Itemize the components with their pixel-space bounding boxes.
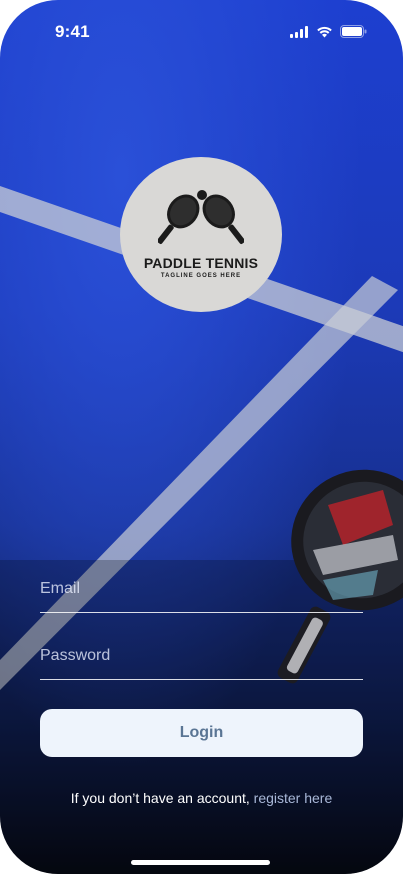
login-screen: 9:41 PADDLE TENNIS TAGLINE GOES HERE Ema… xyxy=(0,0,403,874)
status-time: 9:41 xyxy=(55,22,90,41)
status-bar: 9:41 xyxy=(0,0,403,60)
battery-icon xyxy=(340,25,367,38)
password-field[interactable] xyxy=(40,647,363,680)
login-button[interactable]: Login xyxy=(40,709,363,757)
status-icons xyxy=(290,25,367,38)
wifi-icon xyxy=(317,26,332,37)
register-prompt: If you don’t have an account, register h… xyxy=(0,790,403,806)
home-indicator[interactable] xyxy=(131,860,270,865)
register-link[interactable]: register here xyxy=(254,790,333,806)
crossed-paddles-icon xyxy=(158,190,244,244)
password-input[interactable] xyxy=(40,647,363,680)
app-logo: PADDLE TENNIS TAGLINE GOES HERE xyxy=(120,157,282,312)
signal-icon xyxy=(290,25,308,38)
email-field[interactable] xyxy=(40,580,363,613)
email-input[interactable] xyxy=(40,580,363,613)
logo-tagline: TAGLINE GOES HERE xyxy=(160,273,242,279)
register-prompt-text: If you don’t have an account, xyxy=(70,790,250,806)
logo-title: PADDLE TENNIS xyxy=(143,255,259,271)
